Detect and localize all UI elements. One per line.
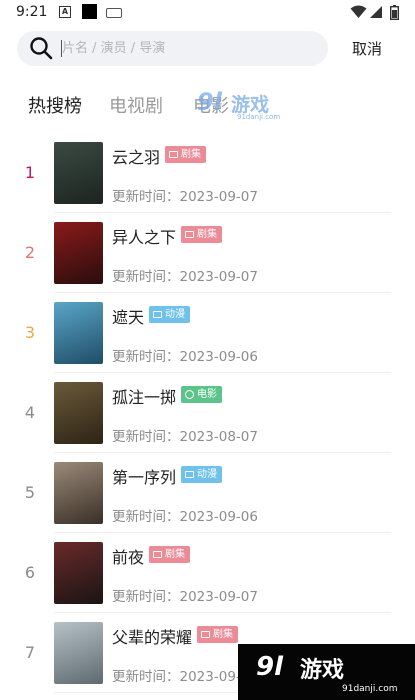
update-time-label: 更新时间： (112, 509, 180, 525)
rank-number: 5 (24, 483, 36, 502)
list-item[interactable]: 4 孤注一掷 电影更新时间：2023-08-07 (0, 373, 415, 453)
watermark-text: 游戏 (300, 658, 345, 683)
item-title[interactable]: 第一序列 (112, 464, 176, 488)
app-icon (82, 4, 97, 19)
category-badge-label: 剧集 (197, 229, 217, 240)
wifi-icon (350, 5, 367, 18)
update-time-label: 更新时间： (112, 589, 180, 605)
poster-image[interactable] (54, 462, 103, 524)
item-title[interactable]: 异人之下 (112, 224, 176, 248)
search-bar (17, 31, 328, 66)
update-time: 更新时间：2023-09-07 (112, 585, 258, 605)
watermark-logo: 9l (256, 652, 284, 682)
anime-icon (185, 471, 194, 478)
category-badge-label: 电影 (197, 389, 217, 400)
update-time-label: 更新时间： (112, 429, 180, 445)
item-title[interactable]: 遮天 (112, 304, 144, 328)
category-badge-label: 剧集 (165, 549, 185, 560)
category-badge: 电影 (181, 386, 222, 403)
poster-image[interactable] (54, 382, 103, 444)
search-input[interactable] (62, 31, 312, 66)
category-badge: 动漫 (149, 306, 190, 323)
rank-number: 3 (24, 323, 36, 342)
update-time-label: 更新时间： (112, 349, 180, 365)
tab-hot-search[interactable]: 热搜榜 (28, 92, 82, 118)
update-time-value: 2023-08-07 (179, 429, 258, 445)
update-time: 更新时间：2023-09-07 (112, 265, 258, 285)
tv-icon (153, 551, 162, 558)
update-time-value: 2023-09-06 (179, 509, 258, 525)
tv-icon (169, 151, 178, 158)
category-badge-label: 动漫 (197, 469, 217, 480)
anime-icon (153, 311, 162, 318)
rank-number: 2 (24, 243, 36, 262)
status-time: 9:21 (16, 4, 48, 20)
poster-image[interactable] (54, 302, 103, 364)
signal-icon (370, 6, 382, 18)
category-badge: 剧集 (197, 626, 238, 643)
cancel-button[interactable]: 取消 (352, 38, 382, 59)
update-time-value: 2023-09-07 (179, 589, 258, 605)
a-notification-icon: A (59, 6, 71, 18)
tab-tv-series[interactable]: 电视剧 (109, 92, 163, 118)
rank-number: 1 (24, 163, 36, 182)
list-item[interactable]: 5 第一序列 动漫更新时间：2023-09-06 (0, 453, 415, 533)
rank-number: 6 (24, 563, 36, 582)
film-icon (185, 390, 194, 399)
update-time: 更新时间：2023-08-07 (112, 425, 258, 445)
watermark-bottom: 9l 游戏 91danji.com (238, 644, 415, 700)
poster-image[interactable] (54, 542, 103, 604)
list-item[interactable]: 2 异人之下 剧集更新时间：2023-09-07 (0, 213, 415, 293)
category-badge-label: 剧集 (213, 629, 233, 640)
item-title[interactable]: 前夜 (112, 544, 144, 568)
item-title[interactable]: 父辈的荣耀 (112, 624, 192, 648)
list-item[interactable]: 6 前夜 剧集更新时间：2023-09-07 (0, 533, 415, 613)
category-badge: 剧集 (165, 146, 206, 163)
category-badge-label: 剧集 (181, 149, 201, 160)
poster-image[interactable] (54, 142, 103, 204)
category-badge: 动漫 (181, 466, 222, 483)
poster-image[interactable] (54, 622, 103, 684)
update-time: 更新时间：2023-09-06 (112, 345, 258, 365)
category-badge-label: 动漫 (165, 309, 185, 320)
update-time-label: 更新时间： (112, 669, 180, 685)
watermark-url: 91danji.com (237, 113, 281, 121)
rank-number: 7 (24, 643, 36, 662)
item-title[interactable]: 孤注一掷 (112, 384, 176, 408)
update-time-label: 更新时间： (112, 269, 180, 285)
search-icon (30, 37, 53, 60)
list-item[interactable]: 3 遮天 动漫更新时间：2023-09-06 (0, 293, 415, 373)
category-badge: 剧集 (149, 546, 190, 563)
watermark-top: 9l 游戏 91danji.com (197, 86, 307, 126)
battery-icon (390, 5, 399, 20)
category-badge: 剧集 (181, 226, 222, 243)
tv-icon (201, 631, 210, 638)
tv-icon (185, 231, 194, 238)
watermark-url: 91danji.com (342, 684, 398, 694)
update-time: 更新时间：2023-09-07 (112, 665, 258, 685)
update-time-label: 更新时间： (112, 189, 180, 205)
keyboard-icon (106, 8, 122, 18)
update-time: 更新时间：2023-09-07 (112, 185, 258, 205)
update-time: 更新时间：2023-09-06 (112, 505, 258, 525)
poster-image[interactable] (54, 222, 103, 284)
list-item[interactable]: 1 云之羽 剧集更新时间：2023-09-07 (0, 133, 415, 213)
item-title[interactable]: 云之羽 (112, 144, 160, 168)
update-time-value: 2023-09-07 (179, 189, 258, 205)
rank-number: 4 (24, 403, 36, 422)
status-bar: 9:21 A (0, 0, 415, 26)
watermark-logo: 9l (197, 88, 222, 116)
update-time-value: 2023-09-06 (179, 349, 258, 365)
update-time-value: 2023-09-07 (179, 269, 258, 285)
